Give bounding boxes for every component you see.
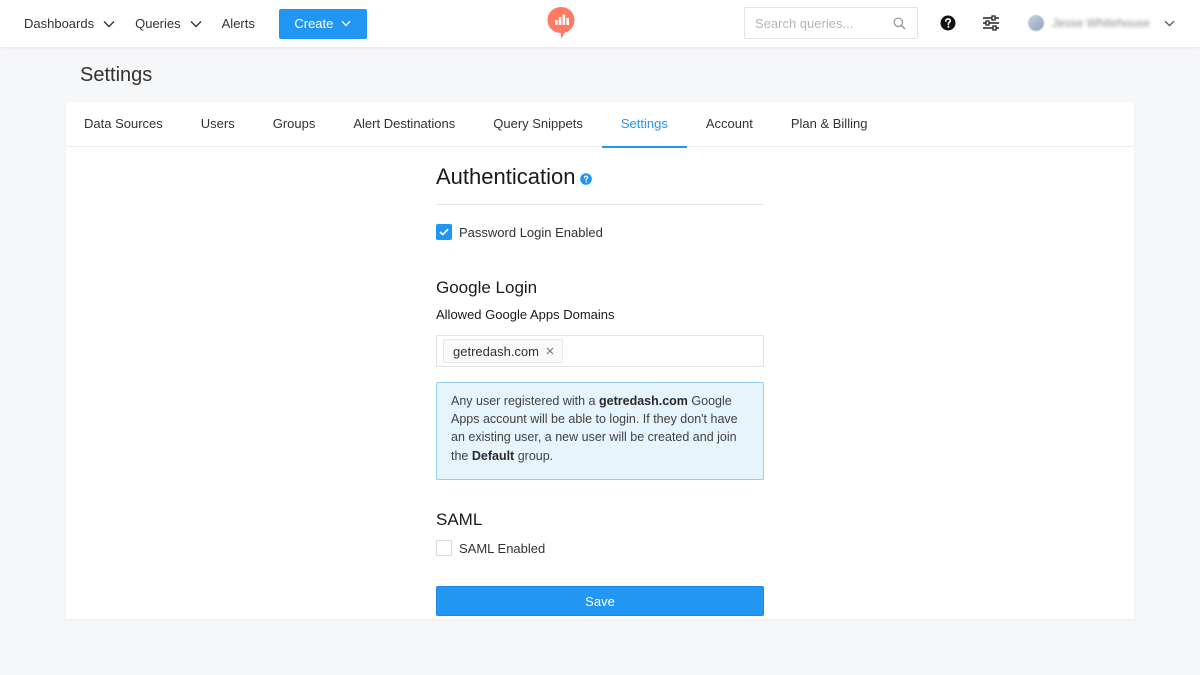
nav-alerts-label: Alerts (221, 16, 255, 31)
divider (436, 204, 764, 205)
help-icon[interactable] (940, 15, 956, 31)
saml-enabled-checkbox[interactable] (436, 540, 452, 556)
google-info-alert: Any user registered with a getredash.com… (436, 382, 764, 480)
create-button-label: Create (294, 16, 334, 31)
chevron-down-icon (341, 20, 351, 27)
google-login-heading: Google Login (436, 278, 538, 297)
saml-heading: SAML (436, 510, 483, 529)
nav-queries-label: Queries (135, 16, 181, 31)
nav-queries[interactable]: Queries (135, 0, 202, 47)
settings-tabs: Data Sources Users Groups Alert Destinat… (66, 102, 1134, 148)
save-button[interactable]: Save (436, 586, 764, 616)
authentication-heading: Authentication (436, 164, 764, 190)
nav-dashboards-label: Dashboards (24, 16, 95, 31)
tab-groups[interactable]: Groups (254, 102, 335, 147)
page-title: Settings (80, 64, 153, 86)
chevron-down-icon (190, 20, 202, 28)
chevron-down-icon (1164, 20, 1175, 27)
authentication-heading-text: Authentication (436, 164, 576, 189)
search-icon[interactable] (893, 17, 906, 35)
tab-account[interactable]: Account (687, 102, 772, 147)
settings-form: Authentication Password Login Enabled Go… (436, 147, 764, 616)
nav-dashboards[interactable]: Dashboards (24, 0, 115, 47)
info-domain: getredash.com (599, 394, 688, 408)
domain-tag-label: getredash.com (453, 343, 539, 359)
tab-alert-destinations[interactable]: Alert Destinations (334, 102, 474, 147)
saml-enabled-label: SAML Enabled (459, 540, 546, 556)
saml-enabled-row: SAML Enabled (436, 540, 764, 556)
password-login-row: Password Login Enabled (436, 224, 764, 240)
settings-card: Data Sources Users Groups Alert Destinat… (66, 102, 1134, 619)
redash-logo-icon[interactable] (546, 6, 576, 40)
password-login-checkbox[interactable] (436, 224, 452, 240)
tab-settings[interactable]: Settings (601, 102, 687, 148)
settings-sliders-icon[interactable] (982, 15, 1000, 31)
chevron-down-icon (103, 20, 115, 28)
user-menu[interactable]: Jesse Whitehouse (1028, 12, 1175, 34)
tab-data-sources[interactable]: Data Sources (84, 102, 182, 147)
domain-tag: getredash.com (443, 339, 563, 363)
search-box[interactable] (744, 7, 918, 39)
search-input[interactable] (755, 15, 885, 31)
info-text-prefix: Any user registered with a (451, 394, 599, 408)
allowed-domains-label: Allowed Google Apps Domains (436, 307, 615, 322)
nav-alerts[interactable]: Alerts (222, 0, 255, 47)
close-icon[interactable] (546, 347, 554, 355)
tab-users[interactable]: Users (182, 102, 254, 147)
password-login-label: Password Login Enabled (459, 224, 603, 240)
top-navbar: Dashboards Queries Alerts Create Search … (0, 0, 1200, 47)
info-group: Default (471, 448, 515, 463)
info-text-suffix: group. (514, 448, 554, 463)
user-name: Jesse Whitehouse (1052, 16, 1151, 30)
create-button[interactable]: Create (278, 8, 367, 39)
avatar (1028, 15, 1044, 31)
nav-menu: Dashboards Queries Alerts Create (0, 0, 367, 47)
help-circle-icon[interactable] (580, 173, 593, 185)
allowed-domains-input[interactable]: getredash.com (436, 335, 764, 367)
tab-plan-billing[interactable]: Plan & Billing (772, 102, 887, 147)
tab-query-snippets[interactable]: Query Snippets (474, 102, 602, 147)
